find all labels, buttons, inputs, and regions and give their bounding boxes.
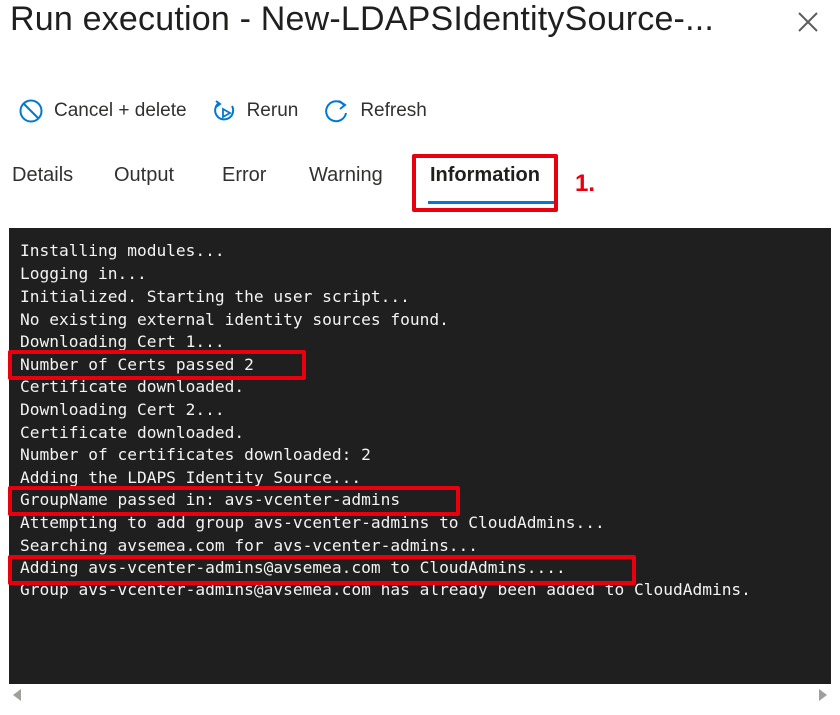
close-icon: [798, 12, 818, 32]
step-label: 1.: [575, 170, 596, 197]
console-output: Installing modules... Logging in... Init…: [9, 228, 831, 684]
cancel-circle-icon: [19, 99, 43, 123]
console-line: Attempting to add group avs-vcenter-admi…: [20, 513, 605, 532]
tab-details[interactable]: Details: [12, 164, 73, 187]
tab-output[interactable]: Output: [114, 164, 174, 187]
refresh-button[interactable]: Refresh: [324, 98, 427, 124]
tab-error[interactable]: Error: [222, 164, 266, 187]
console-line: Group avs-vcenter-admins@avsemea.com has…: [20, 580, 751, 599]
rerun-icon: [213, 100, 234, 121]
cancel-delete-button[interactable]: Cancel + delete: [18, 98, 187, 124]
console-line: Number of Certs passed 2: [20, 355, 254, 374]
tab-warning[interactable]: Warning: [309, 164, 383, 187]
console-line: Adding avs-vcenter-admins@avsemea.com to…: [20, 558, 566, 577]
console-line: GroupName passed in: avs-vcenter-admins: [20, 490, 401, 509]
command-bar: Cancel + delete Rerun Refresh: [18, 94, 453, 128]
scroll-left-arrow-icon[interactable]: [13, 689, 21, 701]
page-title: Run execution - New-LDAPSIdentitySource-…: [10, 0, 715, 38]
rerun-button[interactable]: Rerun: [213, 98, 299, 124]
console-line: Logging in...: [20, 264, 147, 283]
refresh-icon: [325, 100, 348, 123]
console-line: Certificate downloaded.: [20, 423, 245, 442]
console-line: Initialized. Starting the user script...: [20, 287, 410, 306]
refresh-label: Refresh: [360, 100, 427, 121]
console-line: Adding the LDAPS Identity Source...: [20, 468, 362, 487]
active-tab-indicator: [428, 201, 554, 204]
console-line: Downloading Cert 1...: [20, 332, 225, 351]
cancel-delete-label: Cancel + delete: [54, 100, 187, 121]
scroll-right-arrow-icon[interactable]: [819, 689, 827, 701]
console-line: No existing external identity sources fo…: [20, 310, 449, 329]
console-line: Downloading Cert 2...: [20, 400, 225, 419]
horizontal-scrollbar[interactable]: [9, 684, 831, 706]
console-line: Searching avsemea.com for avs-vcenter-ad…: [20, 536, 479, 555]
close-button[interactable]: [794, 8, 822, 36]
console-line: Certificate downloaded.: [20, 377, 245, 396]
console-line: Installing modules...: [20, 241, 225, 260]
console-line: Number of certificates downloaded: 2: [20, 445, 371, 464]
rerun-label: Rerun: [246, 100, 299, 121]
tab-information[interactable]: Information: [430, 164, 540, 187]
